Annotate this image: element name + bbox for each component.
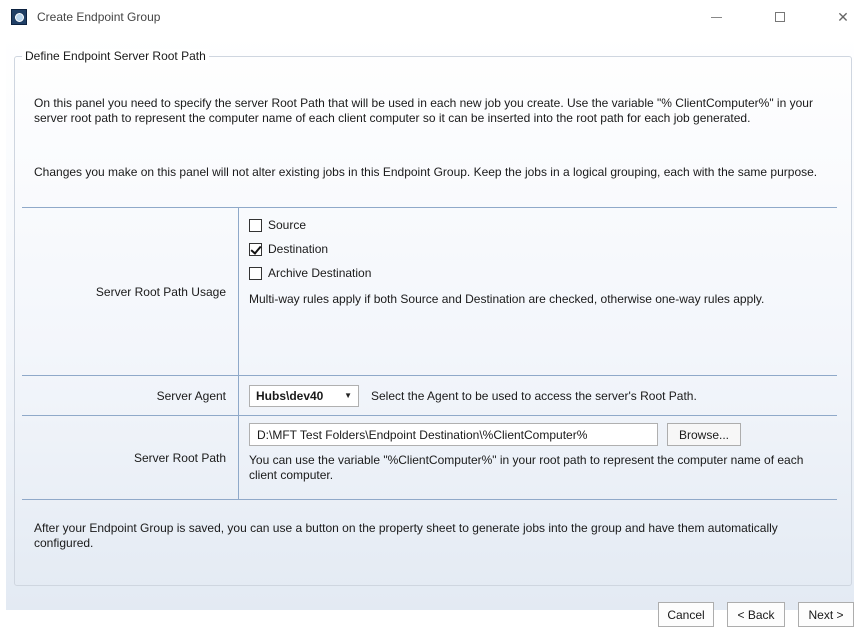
- root-path-row: Server Root Path D:\MFT Test Folders\End…: [22, 416, 837, 500]
- archive-destination-label: Archive Destination: [268, 266, 372, 280]
- intro-paragraph-1: On this panel you need to specify the se…: [34, 96, 813, 125]
- root-path-label: Server Root Path: [22, 416, 239, 499]
- footer-note: After your Endpoint Group is saved, you …: [34, 521, 778, 550]
- browse-button[interactable]: Browse...: [667, 423, 741, 446]
- title-bar: Create Endpoint Group ✕: [0, 0, 860, 34]
- minimize-button[interactable]: [693, 0, 739, 34]
- maximize-button[interactable]: [757, 0, 803, 34]
- agent-label: Server Agent: [22, 376, 239, 415]
- app-icon: [11, 9, 27, 25]
- root-path-input[interactable]: D:\MFT Test Folders\Endpoint Destination…: [249, 423, 658, 446]
- wizard-panel: Define Endpoint Server Root Path On this…: [6, 34, 854, 610]
- agent-row: Server Agent Hubs\dev40 ▼ Select the Age…: [22, 376, 837, 416]
- close-button[interactable]: ✕: [820, 0, 860, 34]
- window-title: Create Endpoint Group: [37, 10, 161, 24]
- destination-label: Destination: [268, 242, 329, 256]
- source-option[interactable]: Source: [249, 215, 837, 235]
- destination-checkbox[interactable]: [249, 242, 262, 256]
- group-title: Define Endpoint Server Root Path: [22, 49, 209, 63]
- archive-destination-checkbox[interactable]: [249, 266, 262, 280]
- back-button[interactable]: < Back: [727, 602, 785, 627]
- intro-paragraph-2: Changes you make on this panel will not …: [34, 165, 818, 179]
- usage-options: Source Destination Archive Destination M…: [239, 208, 837, 375]
- minimize-icon: [710, 16, 722, 18]
- source-checkbox[interactable]: [249, 218, 262, 232]
- archive-destination-option[interactable]: Archive Destination: [249, 263, 837, 283]
- destination-option[interactable]: Destination: [249, 239, 837, 259]
- close-icon: ✕: [837, 8, 849, 25]
- cancel-button[interactable]: Cancel: [658, 602, 714, 627]
- usage-label: Server Root Path Usage: [22, 208, 239, 375]
- chevron-down-icon: ▼: [344, 391, 352, 400]
- next-button[interactable]: Next >: [798, 602, 854, 627]
- agent-hint: Select the Agent to be used to access th…: [371, 388, 697, 403]
- agent-selected-value: Hubs\dev40: [256, 388, 324, 403]
- usage-note: Multi-way rules apply if both Source and…: [249, 292, 765, 306]
- usage-row: Server Root Path Usage Source Destinatio…: [22, 208, 837, 376]
- source-label: Source: [268, 218, 307, 232]
- settings-table: Server Root Path Usage Source Destinatio…: [22, 207, 837, 500]
- agent-dropdown[interactable]: Hubs\dev40 ▼: [249, 384, 359, 407]
- maximize-icon: [775, 12, 785, 22]
- root-path-note: You can use the variable "%ClientCompute…: [249, 453, 804, 482]
